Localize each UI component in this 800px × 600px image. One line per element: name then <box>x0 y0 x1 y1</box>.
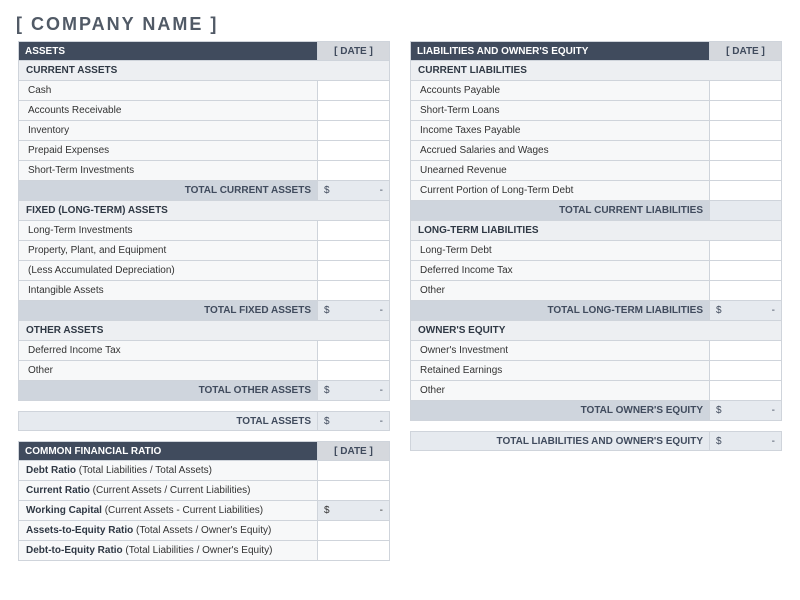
line-value[interactable] <box>318 241 390 261</box>
line-value[interactable] <box>710 121 782 141</box>
total-liabilities-equity-table: TOTAL LIABILITIES AND OWNER'S EQUITY$- <box>410 431 782 451</box>
line-value[interactable] <box>710 261 782 281</box>
line-label: Accounts Receivable <box>18 101 318 121</box>
ratio-label: Current Ratio (Current Assets / Current … <box>18 481 318 501</box>
line-label: Accounts Payable <box>410 81 710 101</box>
line-value[interactable] <box>710 141 782 161</box>
total-assets-label: TOTAL ASSETS <box>18 411 318 431</box>
line-label: Current Portion of Long-Term Debt <box>410 181 710 201</box>
ratio-value <box>318 521 390 541</box>
current-assets-section: CURRENT ASSETS <box>18 61 390 81</box>
line-label: Long-Term Investments <box>18 221 318 241</box>
line-label: Income Taxes Payable <box>410 121 710 141</box>
line-value[interactable] <box>318 101 390 121</box>
line-value[interactable] <box>318 341 390 361</box>
ratios-table: COMMON FINANCIAL RATIO [ DATE ] Debt Rat… <box>18 441 390 561</box>
ratio-label: Working Capital (Current Assets - Curren… <box>18 501 318 521</box>
ratio-value <box>318 481 390 501</box>
assets-table: ASSETS [ DATE ] CURRENT ASSETS Cash Acco… <box>18 41 390 401</box>
line-label: Cash <box>18 81 318 101</box>
ratio-value: $- <box>318 501 390 521</box>
line-label: Short-Term Loans <box>410 101 710 121</box>
line-label: Owner's Investment <box>410 341 710 361</box>
line-value[interactable] <box>318 141 390 161</box>
line-label: Other <box>18 361 318 381</box>
owners-equity-section: OWNER'S EQUITY <box>410 321 782 341</box>
line-label: Deferred Income Tax <box>410 261 710 281</box>
line-value[interactable] <box>318 361 390 381</box>
line-value[interactable] <box>710 341 782 361</box>
total-long-term-liabilities-value: $- <box>710 301 782 321</box>
line-value[interactable] <box>318 161 390 181</box>
total-current-assets-value: $- <box>318 181 390 201</box>
total-current-liabilities-value <box>710 201 782 221</box>
total-liabilities-equity-label: TOTAL LIABILITIES AND OWNER'S EQUITY <box>410 431 710 451</box>
line-value[interactable] <box>710 181 782 201</box>
company-name: [ COMPANY NAME ] <box>16 14 782 35</box>
total-owners-equity-label: TOTAL OWNER'S EQUITY <box>410 401 710 421</box>
long-term-liabilities-section: LONG-TERM LIABILITIES <box>410 221 782 241</box>
line-value[interactable] <box>710 161 782 181</box>
line-label: Short-Term Investments <box>18 161 318 181</box>
line-label: Unearned Revenue <box>410 161 710 181</box>
line-label: Intangible Assets <box>18 281 318 301</box>
assets-header: ASSETS <box>18 41 318 61</box>
total-current-assets-label: TOTAL CURRENT ASSETS <box>18 181 318 201</box>
ratios-header: COMMON FINANCIAL RATIO <box>18 441 318 461</box>
total-long-term-liabilities-label: TOTAL LONG-TERM LIABILITIES <box>410 301 710 321</box>
other-assets-section: OTHER ASSETS <box>18 321 390 341</box>
line-value[interactable] <box>710 361 782 381</box>
line-value[interactable] <box>710 381 782 401</box>
line-value[interactable] <box>318 121 390 141</box>
total-other-assets-label: TOTAL OTHER ASSETS <box>18 381 318 401</box>
total-fixed-assets-value: $- <box>318 301 390 321</box>
ratio-label: Debt-to-Equity Ratio (Total Liabilities … <box>18 541 318 561</box>
line-label: Accrued Salaries and Wages <box>410 141 710 161</box>
line-label: Other <box>410 281 710 301</box>
liabilities-header: LIABILITIES AND OWNER'S EQUITY <box>410 41 710 61</box>
ratio-label: Debt Ratio (Total Liabilities / Total As… <box>18 461 318 481</box>
total-owners-equity-value: $- <box>710 401 782 421</box>
total-assets-table: TOTAL ASSETS$- <box>18 411 390 431</box>
ratios-date-header[interactable]: [ DATE ] <box>318 441 390 461</box>
line-value[interactable] <box>318 221 390 241</box>
ratio-value <box>318 461 390 481</box>
line-value[interactable] <box>318 281 390 301</box>
line-value[interactable] <box>318 81 390 101</box>
line-value[interactable] <box>710 101 782 121</box>
line-label: Other <box>410 381 710 401</box>
total-fixed-assets-label: TOTAL FIXED ASSETS <box>18 301 318 321</box>
total-other-assets-value: $- <box>318 381 390 401</box>
ratio-label: Assets-to-Equity Ratio (Total Assets / O… <box>18 521 318 541</box>
line-label: Deferred Income Tax <box>18 341 318 361</box>
line-label: Property, Plant, and Equipment <box>18 241 318 261</box>
total-liabilities-equity-value: $- <box>710 431 782 451</box>
line-label: Retained Earnings <box>410 361 710 381</box>
line-value[interactable] <box>318 261 390 281</box>
line-value[interactable] <box>710 281 782 301</box>
liabilities-table: LIABILITIES AND OWNER'S EQUITY [ DATE ] … <box>410 41 782 421</box>
assets-date-header[interactable]: [ DATE ] <box>318 41 390 61</box>
fixed-assets-section: FIXED (LONG-TERM) ASSETS <box>18 201 390 221</box>
line-label: Long-Term Debt <box>410 241 710 261</box>
line-label: Inventory <box>18 121 318 141</box>
total-current-liabilities-label: TOTAL CURRENT LIABILITIES <box>410 201 710 221</box>
line-value[interactable] <box>710 81 782 101</box>
line-label: (Less Accumulated Depreciation) <box>18 261 318 281</box>
current-liabilities-section: CURRENT LIABILITIES <box>410 61 782 81</box>
line-label: Prepaid Expenses <box>18 141 318 161</box>
total-assets-value: $- <box>318 411 390 431</box>
liabilities-date-header[interactable]: [ DATE ] <box>710 41 782 61</box>
line-value[interactable] <box>710 241 782 261</box>
ratio-value <box>318 541 390 561</box>
